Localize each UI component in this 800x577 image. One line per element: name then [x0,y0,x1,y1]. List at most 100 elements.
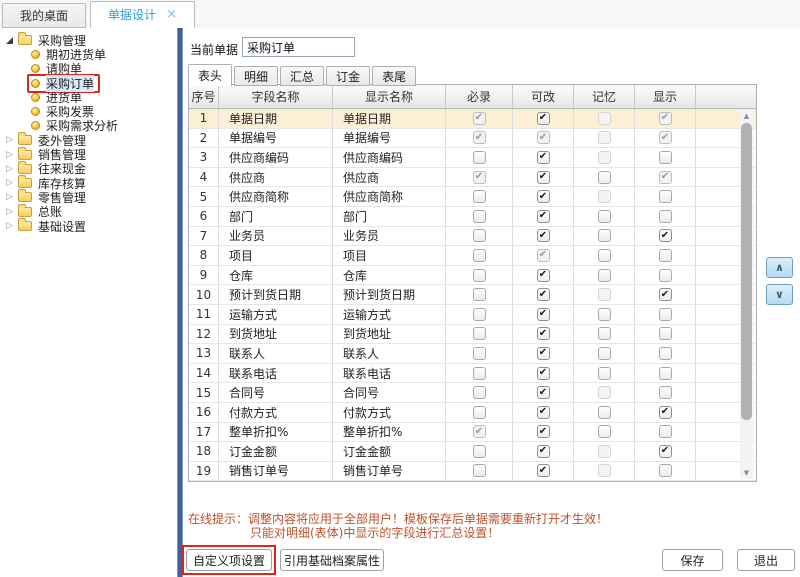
scroll-up-arrow-icon[interactable]: ▲ [740,110,753,122]
checkbox-editable[interactable]: ✔ [536,268,550,282]
collapsed-triangle-icon[interactable]: ▷ [6,164,14,174]
checkbox-required[interactable]: ✔ [472,150,486,164]
reference-base-archive-button[interactable]: 引用基础档案属性 [280,549,384,571]
tab-deposit-section[interactable]: 订金 [326,66,371,86]
table-row[interactable]: 2单据编号单据编号✔✔✔✔ [189,128,756,149]
table-row[interactable]: 3供应商编码供应商编码✔✔✔✔ [189,148,756,168]
checkbox-required[interactable]: ✔ [472,464,486,478]
checkbox-show[interactable]: ✔ [658,288,672,302]
checkbox-show[interactable]: ✔ [658,444,672,458]
tab-footer-section[interactable]: 表尾 [372,66,417,86]
checkbox-memory[interactable]: ✔ [597,248,611,262]
checkbox-memory[interactable]: ✔ [597,425,611,439]
checkbox-required[interactable]: ✔ [472,268,486,282]
table-row[interactable]: 9仓库仓库✔✔✔✔ [189,265,756,286]
checkbox-editable[interactable]: ✔ [536,111,550,125]
checkbox-editable[interactable]: ✔ [536,170,550,184]
checkbox-required[interactable]: ✔ [472,307,486,321]
checkbox-required[interactable]: ✔ [472,405,486,419]
save-button[interactable]: 保存 [662,549,723,571]
checkbox-show[interactable]: ✔ [658,190,672,204]
scrollbar-thumb[interactable] [741,123,752,420]
checkbox-editable[interactable]: ✔ [536,229,550,243]
table-row[interactable]: 19销售订单号销售订单号✔✔✔✔ [189,461,756,482]
checkbox-required[interactable]: ✔ [472,209,486,223]
checkbox-show[interactable]: ✔ [658,366,672,380]
checkbox-editable[interactable]: ✔ [536,346,550,360]
custom-fields-button[interactable]: 自定义项设置 [186,549,272,571]
checkbox-show[interactable]: ✔ [658,229,672,243]
table-row[interactable]: 16付款方式付款方式✔✔✔✔ [189,402,756,423]
tree-item[interactable]: 采购需求分析 [0,119,177,133]
checkbox-show[interactable]: ✔ [658,346,672,360]
checkbox-editable[interactable]: ✔ [536,190,550,204]
table-row[interactable]: 13联系人联系人✔✔✔✔ [189,344,756,364]
close-tab-icon[interactable]: × [166,7,177,22]
tab-doc-design[interactable]: 单据设计 × [90,1,195,28]
checkbox-show[interactable]: ✔ [658,327,672,341]
checkbox-required[interactable]: ✔ [472,366,486,380]
checkbox-editable[interactable]: ✔ [536,209,550,223]
expanded-triangle-icon[interactable] [6,36,13,44]
checkbox-memory[interactable]: ✔ [597,346,611,360]
checkbox-show[interactable]: ✔ [658,307,672,321]
tree-item[interactable]: ▷ 委外管理 [0,132,177,148]
checkbox-required[interactable]: ✔ [472,327,486,341]
table-row[interactable]: 7业务员业务员✔✔✔✔ [189,226,756,247]
collapsed-triangle-icon[interactable]: ▷ [6,150,14,160]
tab-detail-section[interactable]: 明细 [234,66,279,86]
checkbox-required[interactable]: ✔ [472,346,486,360]
table-row[interactable]: 15合同号合同号✔✔✔✔ [189,383,756,403]
table-scrollbar[interactable]: ▲ ▼ [740,110,753,479]
checkbox-memory[interactable]: ✔ [597,327,611,341]
tree-item[interactable]: ▷ 基础设置 [0,218,177,234]
checkbox-editable[interactable]: ✔ [536,307,550,321]
checkbox-show[interactable]: ✔ [658,150,672,164]
checkbox-editable[interactable]: ✔ [536,150,550,164]
checkbox-required[interactable]: ✔ [472,444,486,458]
tree-item[interactable]: ▷ 库存核算 [0,175,177,191]
checkbox-memory[interactable]: ✔ [597,268,611,282]
checkbox-required[interactable]: ✔ [472,229,486,243]
move-up-button[interactable]: ∧ [766,257,793,278]
checkbox-show[interactable]: ✔ [658,248,672,262]
checkbox-editable[interactable]: ✔ [536,366,550,380]
checkbox-required[interactable]: ✔ [472,386,486,400]
checkbox-editable[interactable]: ✔ [536,464,550,478]
checkbox-memory[interactable]: ✔ [597,209,611,223]
scroll-down-arrow-icon[interactable]: ▼ [740,467,753,479]
checkbox-required[interactable]: ✔ [472,190,486,204]
current-doc-input[interactable] [242,37,355,57]
tab-my-desktop[interactable]: 我的桌面 [2,3,87,28]
table-row[interactable]: 1单据日期单据日期✔✔✔✔ [189,109,756,129]
checkbox-required[interactable]: ✔ [472,248,486,262]
tree-item[interactable]: ▷ 往来现金 [0,160,177,176]
collapsed-triangle-icon[interactable]: ▷ [6,221,14,231]
checkbox-memory[interactable]: ✔ [597,170,611,184]
table-row[interactable]: 6部门部门✔✔✔✔ [189,206,756,227]
checkbox-memory[interactable]: ✔ [597,307,611,321]
tab-header-section[interactable]: 表头 [188,64,233,86]
checkbox-memory[interactable]: ✔ [597,366,611,380]
panel-splitter[interactable] [177,28,183,577]
checkbox-memory[interactable]: ✔ [597,405,611,419]
tree-item[interactable]: ▷ 销售管理 [0,146,177,162]
collapsed-triangle-icon[interactable]: ▷ [6,192,14,202]
collapsed-triangle-icon[interactable]: ▷ [6,135,14,145]
tree-item[interactable]: 期初进货单 [0,47,177,62]
checkbox-editable[interactable]: ✔ [536,444,550,458]
tree-item[interactable]: ▷ 总账 [0,203,177,219]
table-row[interactable]: 18订金金额订金金额✔✔✔✔ [189,442,756,462]
table-row[interactable]: 17整单折扣%整单折扣%✔✔✔✔ [189,422,756,443]
move-down-button[interactable]: ∨ [766,284,793,305]
table-row[interactable]: 8项目项目✔✔✔✔ [189,246,756,266]
checkbox-show[interactable]: ✔ [658,464,672,478]
table-row[interactable]: 11运输方式运输方式✔✔✔✔ [189,304,756,325]
checkbox-editable[interactable]: ✔ [536,288,550,302]
table-row[interactable]: 14联系电话联系电话✔✔✔✔ [189,363,756,384]
tree-item[interactable]: 采购订单 [0,73,177,93]
collapsed-triangle-icon[interactable]: ▷ [6,207,14,217]
checkbox-memory[interactable]: ✔ [597,229,611,243]
table-row[interactable]: 12到货地址到货地址✔✔✔✔ [189,324,756,345]
table-row[interactable]: 5供应商简称供应商简称✔✔✔✔ [189,187,756,207]
